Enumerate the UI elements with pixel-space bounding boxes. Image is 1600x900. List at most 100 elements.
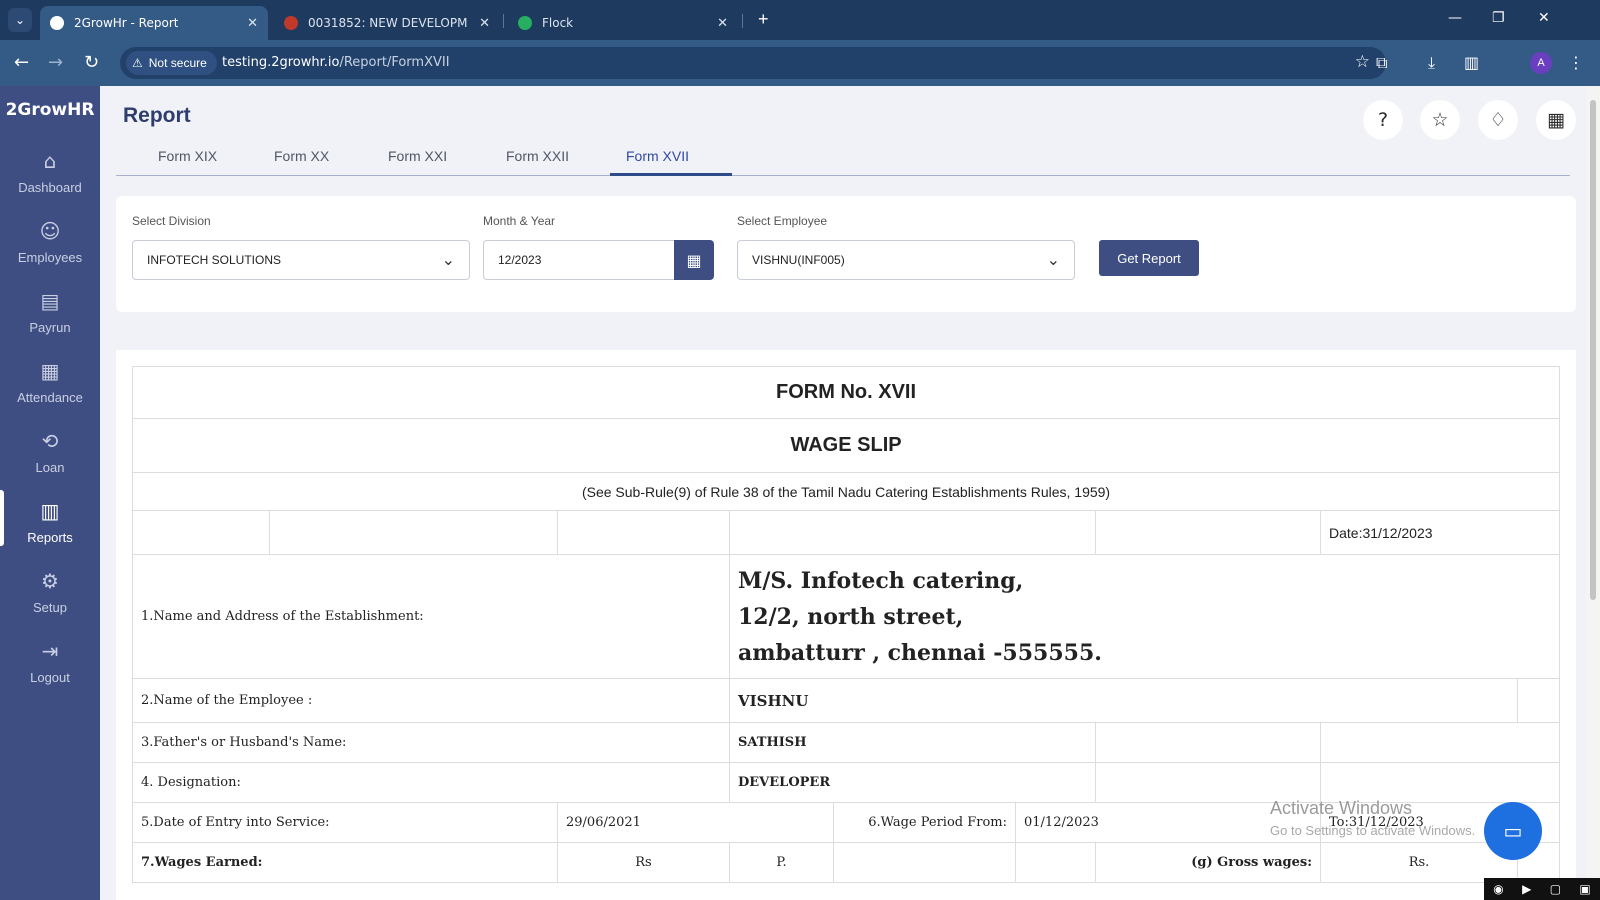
empty-cell bbox=[1095, 722, 1321, 763]
url-text[interactable]: testing.2growhr.io/Report/FormXVII bbox=[222, 55, 450, 70]
chevron-down-icon: ⌄ bbox=[1046, 250, 1060, 269]
establishment-label: 1.Name and Address of the Establishment: bbox=[132, 554, 730, 679]
wages-earned-label: 7.Wages Earned: bbox=[132, 842, 558, 883]
side-panel-icon[interactable]: ▥ bbox=[1464, 53, 1479, 72]
chevron-down-icon: ⌄ bbox=[441, 250, 455, 269]
calendar-icon: ▦ bbox=[40, 359, 60, 383]
paise-header: P. bbox=[729, 842, 834, 883]
help-icon[interactable]: ? bbox=[1363, 100, 1403, 140]
sidebar-item-dashboard[interactable]: ⌂ Dashboard bbox=[0, 148, 100, 214]
filter-panel: Select Division INFOTECH SOLUTIONS ⌄ Mon… bbox=[116, 196, 1576, 312]
tab-form-xix[interactable]: Form XIX bbox=[158, 148, 217, 164]
employee-select[interactable]: VISHNU(INF005) ⌄ bbox=[737, 240, 1075, 280]
sidebar-item-attendance[interactable]: ▦ Attendance bbox=[0, 358, 100, 424]
form-tabs: Form XIX Form XX Form XXI Form XXII Form… bbox=[116, 140, 1570, 176]
form-date: Date:31/12/2023 bbox=[1319, 510, 1561, 555]
designation-value: DEVELOPER bbox=[729, 762, 1096, 803]
forward-icon[interactable]: → bbox=[48, 52, 63, 73]
download-icon[interactable]: ⤓ bbox=[1428, 53, 1435, 73]
video-icon[interactable]: ▶ bbox=[1522, 882, 1531, 896]
tab-favicon-icon bbox=[50, 16, 64, 30]
security-chip[interactable]: ⚠ Not secure bbox=[126, 51, 217, 75]
wage-period-label: 6.Wage Period From: bbox=[833, 802, 1016, 843]
sidebar: 2GrowHR ⌂ Dashboard ☺ Employees ▤ Payrun… bbox=[0, 86, 100, 900]
chat-icon[interactable]: ▭ bbox=[1484, 802, 1542, 860]
minimize-icon[interactable]: — bbox=[1448, 10, 1462, 26]
empty-cell bbox=[729, 510, 1096, 555]
window-close-icon[interactable]: ✕ bbox=[1538, 10, 1550, 26]
restore-icon[interactable]: ❐ bbox=[1492, 10, 1505, 26]
page-scrollbar[interactable] bbox=[1586, 86, 1600, 900]
empty-cell bbox=[833, 842, 1016, 883]
tab-form-xxii[interactable]: Form XXII bbox=[506, 148, 569, 164]
tab-favicon-icon bbox=[518, 16, 532, 30]
sidebar-item-setup[interactable]: ⚙ Setup bbox=[0, 568, 100, 634]
scroll-thumb[interactable] bbox=[1590, 100, 1596, 600]
close-tab-icon[interactable]: ✕ bbox=[479, 16, 490, 31]
designation-label: 4. Designation: bbox=[132, 762, 730, 803]
month-year-label: Month & Year bbox=[483, 214, 556, 228]
logout-icon: ⇥ bbox=[41, 639, 59, 663]
empty-cell bbox=[557, 510, 730, 555]
entry-date-value: 29/06/2021 bbox=[557, 802, 834, 843]
form-rule-note: (See Sub-Rule(9) of Rule 38 of the Tamil… bbox=[131, 472, 1561, 511]
building-icon[interactable]: ▦ bbox=[1536, 100, 1576, 140]
active-tab-indicator bbox=[610, 173, 732, 176]
fullscreen-icon[interactable]: ▣ bbox=[1579, 882, 1590, 896]
close-tab-icon[interactable]: ✕ bbox=[717, 16, 728, 31]
empty-cell bbox=[132, 510, 270, 555]
new-tab-icon[interactable]: + bbox=[758, 9, 769, 30]
empty-cell bbox=[1319, 762, 1561, 803]
sidebar-item-loan[interactable]: ⟲ Loan bbox=[0, 428, 100, 494]
sidebar-item-payrun[interactable]: ▤ Payrun bbox=[0, 288, 100, 354]
browser-tabbar: ⌄ 2GrowHr - Report ✕ 0031852: NEW DEVELO… bbox=[0, 0, 1600, 40]
browser-tab-flock[interactable]: Flock ✕ bbox=[508, 6, 738, 40]
window-icon[interactable]: ▢ bbox=[1550, 882, 1561, 896]
star-icon[interactable]: ☆ bbox=[1420, 100, 1460, 140]
sidebar-item-reports[interactable]: ▥ Reports bbox=[0, 490, 100, 564]
app-logo: 2GrowHR bbox=[5, 100, 95, 120]
father-name-value: SATHISH bbox=[729, 722, 1096, 763]
address-bar[interactable]: ⚠ Not secure testing.2growhr.io/Report/F… bbox=[120, 47, 1386, 79]
main-content: Report ? ☆ ♢ ▦ Form XIX Form XX Form XXI… bbox=[100, 86, 1586, 900]
father-name-label: 3.Father's or Husband's Name: bbox=[132, 722, 730, 763]
reload-icon[interactable]: ↻ bbox=[84, 52, 99, 73]
calendar-picker-icon[interactable]: ▦ bbox=[674, 240, 714, 280]
user-icon: ☺ bbox=[39, 219, 61, 243]
back-icon[interactable]: ← bbox=[14, 52, 29, 73]
employee-name-value: VISHNU bbox=[729, 678, 1518, 723]
month-year-input[interactable]: 12/2023 bbox=[483, 240, 677, 280]
browser-menu-icon[interactable]: ⋮ bbox=[1568, 53, 1584, 72]
establishment-address: M/S. Infotech catering, 12/2, north stre… bbox=[728, 554, 1561, 679]
gross-wages-label: (g) Gross wages: bbox=[1095, 842, 1321, 883]
page-title: Report bbox=[123, 104, 191, 127]
profile-avatar[interactable]: A bbox=[1530, 52, 1552, 74]
tab-separator bbox=[742, 14, 743, 28]
snipping-toolbar[interactable]: ◉ ▶ ▢ ▣ bbox=[1484, 878, 1600, 900]
browser-tab-report[interactable]: 2GrowHr - Report ✕ bbox=[40, 6, 268, 40]
bell-icon[interactable]: ♢ bbox=[1478, 100, 1518, 140]
division-label: Select Division bbox=[132, 214, 211, 228]
camera-icon[interactable]: ◉ bbox=[1493, 882, 1503, 896]
tab-form-xx[interactable]: Form XX bbox=[274, 148, 329, 164]
form-title: FORM No. XVII bbox=[131, 366, 1561, 419]
division-select[interactable]: INFOTECH SOLUTIONS ⌄ bbox=[132, 240, 470, 280]
sidebar-item-logout[interactable]: ⇥ Logout bbox=[0, 638, 100, 704]
empty-cell bbox=[1319, 722, 1561, 763]
tab-form-xxi[interactable]: Form XXI bbox=[388, 148, 447, 164]
close-tab-icon[interactable]: ✕ bbox=[247, 16, 258, 31]
extensions-icon[interactable]: ⧉ bbox=[1376, 53, 1387, 73]
tab-search-button[interactable]: ⌄ bbox=[8, 8, 32, 32]
sidebar-item-employees[interactable]: ☺ Employees bbox=[0, 218, 100, 284]
browser-tab-mantis[interactable]: 0031852: NEW DEVELOPMENT I ✕ bbox=[274, 6, 500, 40]
rupees-header: Rs bbox=[557, 842, 730, 883]
payroll-icon: ▤ bbox=[40, 289, 60, 313]
get-report-button[interactable]: Get Report bbox=[1099, 240, 1199, 276]
employee-name-label: 2.Name of the Employee : bbox=[132, 678, 730, 723]
empty-cell bbox=[1516, 678, 1561, 723]
loan-icon: ⟲ bbox=[41, 429, 59, 453]
bookmark-star-icon[interactable]: ☆ bbox=[1355, 52, 1370, 72]
gear-icon: ⚙ bbox=[41, 569, 59, 593]
gross-rupees-header: Rs. bbox=[1320, 842, 1518, 883]
tab-form-xvii[interactable]: Form XVII bbox=[626, 148, 689, 164]
